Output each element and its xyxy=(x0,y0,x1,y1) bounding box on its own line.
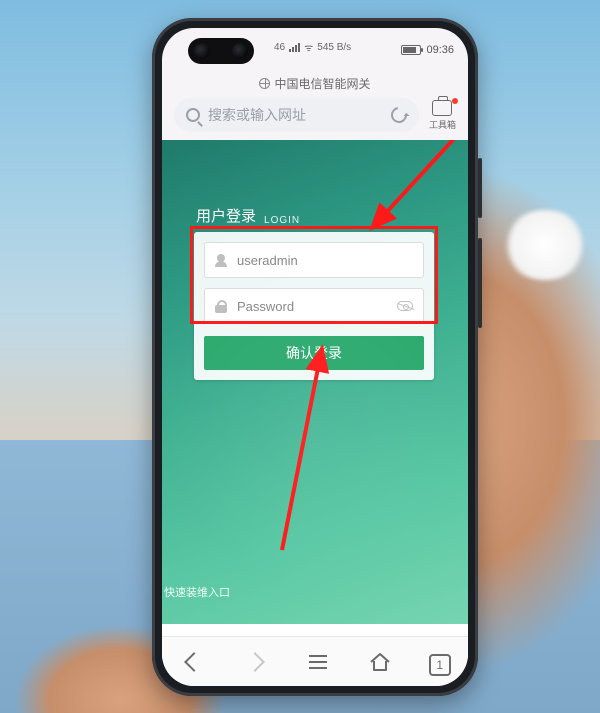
eye-off-icon[interactable] xyxy=(397,301,413,311)
toolbox-icon xyxy=(432,100,452,116)
reload-icon[interactable] xyxy=(388,104,410,126)
status-left-cluster: 46 ᯤ 545 B/s xyxy=(274,40,351,54)
battery-icon xyxy=(401,45,421,55)
photo-background: 46 ᯤ 545 B/s 09:36 中国电信智能网关 搜索或输入网址 xyxy=(0,0,600,713)
annotation-arrow-top xyxy=(362,140,468,240)
login-card: useradmin Password 确认登录 xyxy=(194,232,434,380)
login-heading-en: LOGIN xyxy=(264,215,300,226)
login-heading-cn: 用户登录 xyxy=(196,205,256,226)
url-placeholder: 搜索或输入网址 xyxy=(208,105,383,125)
clock: 09:36 xyxy=(426,44,454,56)
cotton-object xyxy=(500,210,590,280)
wifi-icon: ᯤ xyxy=(304,40,313,54)
page-title: 中国电信智能网关 xyxy=(274,75,370,92)
nav-forward-button[interactable] xyxy=(242,648,270,676)
globe-icon xyxy=(259,78,270,89)
nav-menu-button[interactable] xyxy=(304,648,332,676)
lock-icon xyxy=(215,300,227,313)
login-submit-label: 确认登录 xyxy=(286,343,342,363)
username-field[interactable]: useradmin xyxy=(204,242,424,278)
browser-bottom-nav: 1 xyxy=(162,636,468,686)
nav-back-button[interactable] xyxy=(179,648,207,676)
router-login-page: 用户登录 LOGIN useradmin Password 确认登录 xyxy=(162,140,468,660)
search-icon xyxy=(186,108,200,122)
power-button xyxy=(478,238,482,328)
browser-title-bar: 中国电信智能网关 xyxy=(162,72,468,94)
password-placeholder: Password xyxy=(237,299,294,314)
login-heading: 用户登录 LOGIN xyxy=(196,205,300,226)
nav-tabs-button[interactable]: 1 xyxy=(429,654,451,676)
toolbox-label: 工具箱 xyxy=(429,118,456,131)
url-bar-row: 搜索或输入网址 工具箱 xyxy=(162,94,468,140)
tab-count: 1 xyxy=(436,658,443,672)
smartphone-body: 46 ᯤ 545 B/s 09:36 中国电信智能网关 搜索或输入网址 xyxy=(152,18,478,696)
volume-button xyxy=(478,158,482,218)
signal-icon xyxy=(289,43,300,52)
phone-screen: 46 ᯤ 545 B/s 09:36 中国电信智能网关 搜索或输入网址 xyxy=(162,28,468,686)
password-field[interactable]: Password xyxy=(204,288,424,324)
camera-cutout xyxy=(188,38,254,64)
notification-dot-icon xyxy=(452,98,458,104)
user-icon xyxy=(215,254,227,266)
url-bar[interactable]: 搜索或输入网址 xyxy=(174,98,419,132)
username-value: useradmin xyxy=(237,253,298,268)
annotation-arrow-bottom xyxy=(272,340,392,560)
net-gen: 46 xyxy=(274,42,285,53)
quick-maintenance-link[interactable]: 快速装维入口 xyxy=(162,584,230,600)
toolbox-button[interactable]: 工具箱 xyxy=(429,100,456,131)
nav-home-button[interactable] xyxy=(366,648,394,676)
data-rate: 545 B/s xyxy=(317,42,351,53)
login-submit-button[interactable]: 确认登录 xyxy=(204,336,424,370)
